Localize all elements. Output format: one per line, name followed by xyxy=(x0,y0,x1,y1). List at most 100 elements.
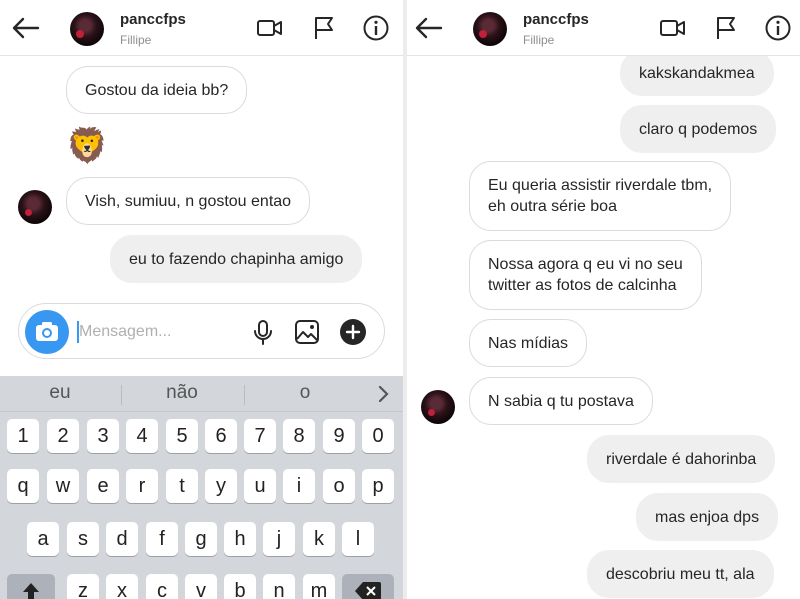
header-username[interactable]: panccfps xyxy=(523,11,589,28)
key[interactable]: j xyxy=(263,522,295,556)
message-bubble[interactable]: Nossa agora q eu vi no seu twitter as fo… xyxy=(469,240,702,310)
message-text: eu to fazendo chapinha amigo xyxy=(129,250,344,268)
shift-key[interactable] xyxy=(7,574,55,599)
key[interactable]: 2 xyxy=(47,419,79,453)
key[interactable]: 4 xyxy=(126,419,158,453)
message-bubble-outgoing[interactable]: mas enjoa dps xyxy=(636,493,779,541)
camera-icon xyxy=(36,322,58,341)
key[interactable]: o xyxy=(323,469,355,503)
key[interactable]: 0 xyxy=(362,419,394,453)
left-chat-panel: panccfps Fillipe Gostou da ideia bb? 🦁 V… xyxy=(0,0,403,599)
message-bubble[interactable]: Vish, sumiuu, n gostou entao xyxy=(66,177,311,225)
shift-icon xyxy=(23,583,39,599)
info-icon[interactable] xyxy=(362,14,390,42)
key[interactable]: r xyxy=(126,469,158,503)
suggestion-item[interactable]: não xyxy=(122,382,242,404)
right-chat-panel: panccfps Fillipe kakskandakmea claro q p… xyxy=(407,0,800,599)
gallery-icon[interactable] xyxy=(293,318,321,346)
message-text-line: Eu queria assistir riverdale tbm, xyxy=(488,177,713,194)
message-text: Nas mídias xyxy=(488,334,569,352)
avatar[interactable] xyxy=(18,190,52,224)
message-bubble-outgoing[interactable]: descobriu meu tt, ala xyxy=(587,550,774,598)
backspace-icon xyxy=(355,582,381,599)
key[interactable]: 8 xyxy=(283,419,315,453)
key[interactable]: v xyxy=(185,574,217,599)
camera-button[interactable] xyxy=(25,310,69,354)
message-text-line: eh outra série boa xyxy=(488,198,617,215)
key[interactable]: s xyxy=(67,522,99,556)
message-text: kakskandakmea xyxy=(639,64,755,82)
info-icon[interactable] xyxy=(764,14,792,42)
key[interactable]: g xyxy=(185,522,217,556)
message-text: Vish, sumiuu, n gostou entao xyxy=(85,192,292,210)
header-username[interactable]: panccfps xyxy=(120,11,186,28)
message-text: Gostou da ideia bb? xyxy=(85,81,229,99)
message-composer xyxy=(18,303,385,359)
message-bubble[interactable]: Eu queria assistir riverdale tbm, eh out… xyxy=(469,161,732,231)
message-input[interactable] xyxy=(79,318,249,346)
key[interactable]: d xyxy=(106,522,138,556)
message-bubble[interactable]: Nas mídias xyxy=(469,319,588,367)
key[interactable]: k xyxy=(303,522,335,556)
key[interactable]: m xyxy=(303,574,335,599)
key[interactable]: h xyxy=(224,522,256,556)
avatar[interactable] xyxy=(421,390,455,424)
key[interactable]: 5 xyxy=(166,419,198,453)
key[interactable]: t xyxy=(166,469,198,503)
chevron-right-icon[interactable] xyxy=(374,384,394,404)
message-bubble[interactable]: Gostou da ideia bb? xyxy=(66,66,248,114)
message-text: riverdale é dahorinba xyxy=(606,450,757,468)
key[interactable]: 9 xyxy=(323,419,355,453)
suggestion-bar: eu não o xyxy=(0,376,403,412)
key[interactable]: u xyxy=(244,469,276,503)
key[interactable]: 7 xyxy=(244,419,276,453)
backspace-key[interactable] xyxy=(342,574,394,599)
flag-icon[interactable] xyxy=(712,14,740,42)
key[interactable]: 6 xyxy=(205,419,237,453)
message-text-line: Nossa agora q eu vi no seu xyxy=(488,256,683,273)
back-arrow-icon[interactable] xyxy=(413,12,445,44)
key[interactable]: f xyxy=(146,522,178,556)
microphone-icon[interactable] xyxy=(249,318,277,346)
key[interactable]: z xyxy=(67,574,99,599)
header-display-name: Fillipe xyxy=(120,33,152,47)
chat-header: panccfps Fillipe xyxy=(407,0,800,56)
add-circle-icon[interactable] xyxy=(339,318,367,346)
message-text: descobriu meu tt, ala xyxy=(606,565,755,583)
message-text: claro q podemos xyxy=(639,120,758,138)
flag-icon[interactable] xyxy=(310,14,338,42)
key[interactable]: x xyxy=(106,574,138,599)
key[interactable]: 1 xyxy=(7,419,39,453)
video-call-icon[interactable] xyxy=(659,14,687,42)
back-arrow-icon[interactable] xyxy=(10,12,42,44)
key[interactable]: b xyxy=(224,574,256,599)
suggestion-item[interactable]: o xyxy=(245,382,365,404)
message-bubble-outgoing[interactable]: kakskandakmea xyxy=(620,50,774,96)
key[interactable]: q xyxy=(7,469,39,503)
message-bubble-outgoing[interactable]: claro q podemos xyxy=(620,105,777,153)
message-bubble-outgoing[interactable]: eu to fazendo chapinha amigo xyxy=(110,235,363,283)
message-text: mas enjoa dps xyxy=(655,508,760,526)
key[interactable]: y xyxy=(205,469,237,503)
key[interactable]: e xyxy=(87,469,119,503)
key[interactable]: i xyxy=(283,469,315,503)
avatar[interactable] xyxy=(70,12,104,46)
key[interactable]: n xyxy=(263,574,295,599)
message-bubble-outgoing[interactable]: riverdale é dahorinba xyxy=(587,435,776,483)
chat-header: panccfps Fillipe xyxy=(0,0,403,56)
avatar[interactable] xyxy=(473,12,507,46)
key[interactable]: w xyxy=(47,469,79,503)
suggestion-item[interactable]: eu xyxy=(0,382,120,404)
key[interactable]: a xyxy=(27,522,59,556)
on-screen-keyboard: eu não o 1 2 3 4 5 6 7 8 9 0 q w e r t y… xyxy=(0,376,403,599)
header-display-name: Fillipe xyxy=(523,33,555,47)
key[interactable]: c xyxy=(146,574,178,599)
video-call-icon[interactable] xyxy=(256,14,284,42)
lion-emoji: 🦁 xyxy=(66,127,109,165)
key[interactable]: p xyxy=(362,469,394,503)
key[interactable]: 3 xyxy=(87,419,119,453)
message-bubble[interactable]: N sabia q tu postava xyxy=(469,377,653,425)
message-text: N sabia q tu postava xyxy=(488,392,634,410)
message-text-line: twitter as fotos de calcinha xyxy=(488,277,677,294)
key[interactable]: l xyxy=(342,522,374,556)
